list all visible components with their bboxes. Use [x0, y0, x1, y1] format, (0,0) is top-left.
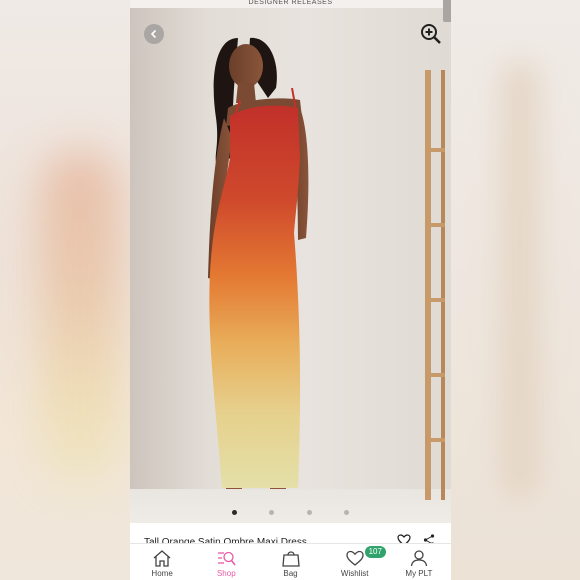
pagination-dot[interactable] [344, 510, 350, 515]
tab-label-home: Home [151, 569, 173, 578]
home-icon [153, 550, 171, 567]
tab-label-my-plt: My PLT [405, 569, 433, 578]
wooden-ladder [425, 70, 445, 500]
pagination-dot[interactable] [269, 510, 275, 515]
blurred-background-right [450, 0, 580, 580]
blurred-background-left [0, 0, 130, 580]
shop-search-icon [218, 551, 236, 566]
model-photo [208, 37, 309, 513]
tab-label-bag: Bag [283, 569, 298, 578]
tab-label-shop: Shop [216, 569, 236, 578]
tab-my-plt[interactable]: My PLT [387, 544, 451, 580]
bottom-tab-bar: Home Shop Bag 107 Wishlist My PLT [130, 543, 451, 580]
product-info-bar: Tall Orange Satin Ombre Maxi Dress [130, 523, 451, 548]
image-pagination [130, 502, 451, 520]
window-edge-handle [443, 0, 451, 22]
top-status-text: DESIGNER RELEASES [130, 0, 451, 8]
tab-home[interactable]: Home [130, 544, 194, 580]
wishlist-count-badge: 107 [364, 546, 386, 558]
tab-shop[interactable]: Shop [194, 544, 258, 580]
zoom-in-icon[interactable] [419, 22, 443, 46]
back-button[interactable] [144, 24, 164, 44]
wishlist-heart-icon [346, 550, 364, 566]
pagination-dot-active[interactable] [231, 510, 237, 515]
chevron-left-icon [150, 29, 157, 39]
app-screen: DESIGNER RELEASES Home Shop Bag 107 Wish… [130, 0, 451, 580]
tab-label-wishlist: Wishlist [340, 569, 369, 578]
tab-bag[interactable]: Bag [258, 544, 322, 580]
user-icon [410, 550, 428, 567]
pagination-dot[interactable] [306, 510, 312, 515]
tab-wishlist[interactable]: 107 Wishlist [323, 544, 387, 580]
product-image[interactable] [130, 8, 451, 523]
bag-icon [281, 551, 300, 567]
